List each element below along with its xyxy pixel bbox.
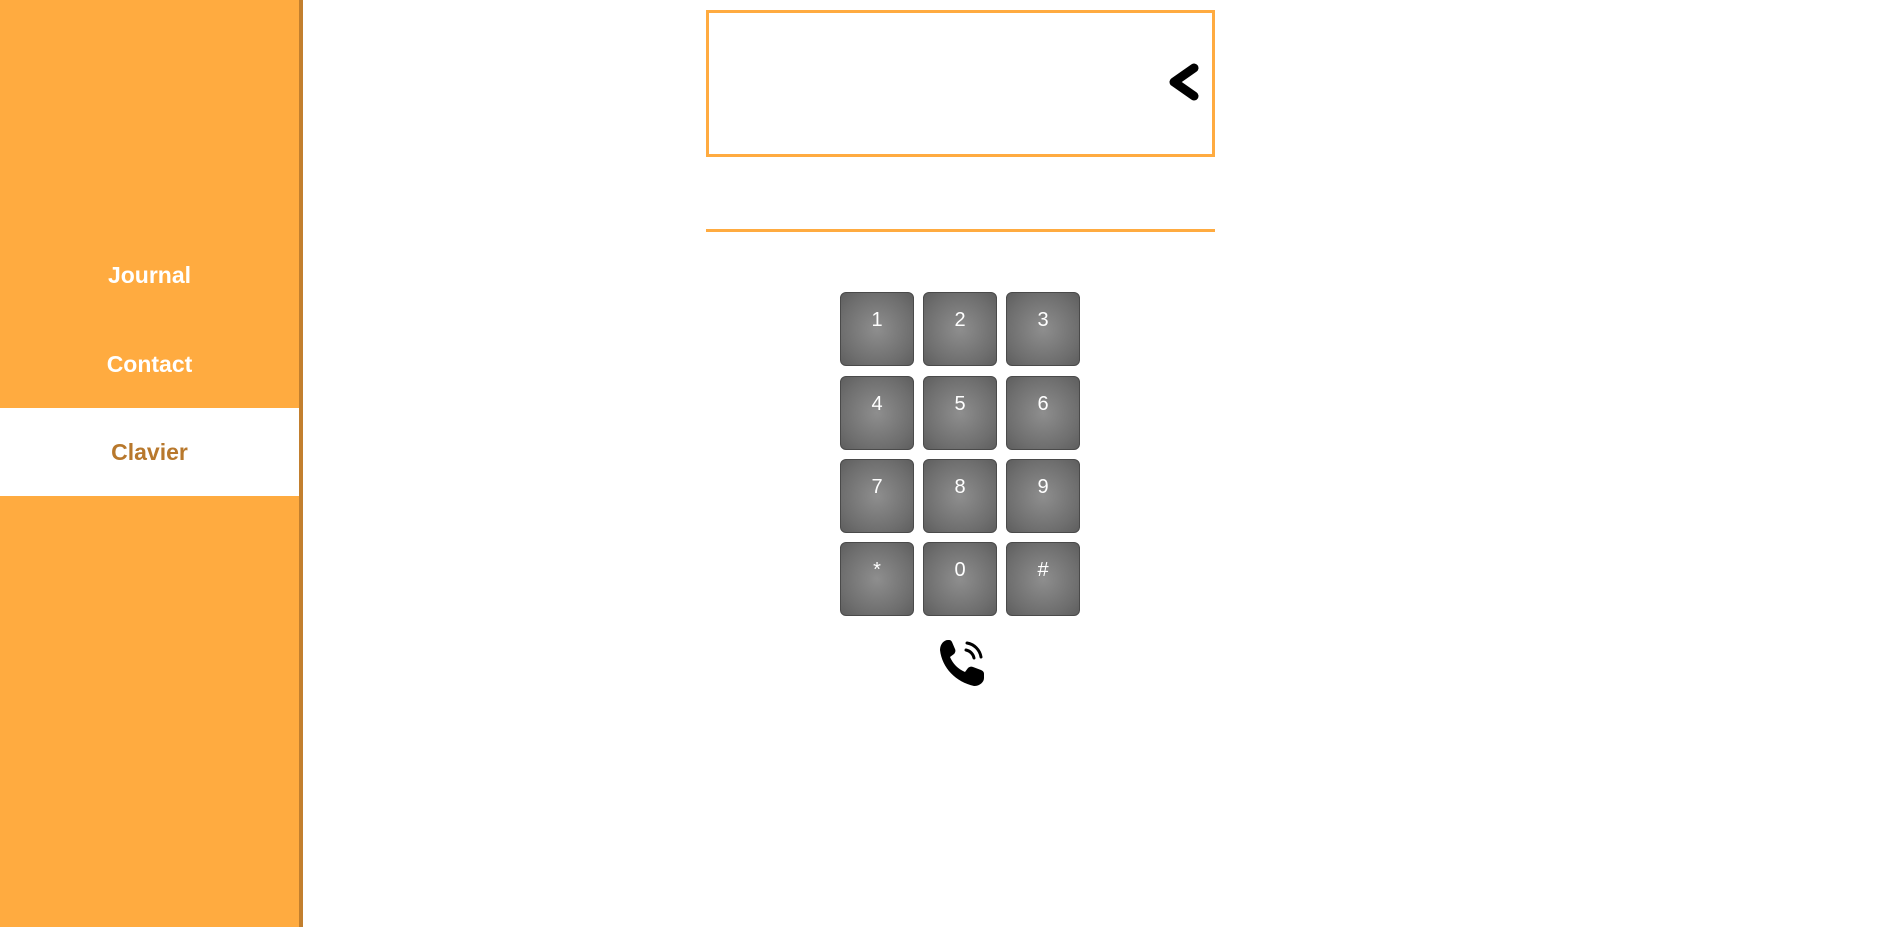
phone-call-icon	[940, 640, 984, 686]
sidebar-item-journal[interactable]: Journal	[0, 231, 299, 319]
key-5[interactable]: 5	[923, 376, 997, 450]
key-4[interactable]: 4	[840, 376, 914, 450]
key-8[interactable]: 8	[923, 459, 997, 533]
sidebar-item-label: Clavier	[111, 438, 188, 465]
key-hash[interactable]: #	[1006, 542, 1080, 616]
key-6[interactable]: 6	[1006, 376, 1080, 450]
call-button[interactable]	[934, 634, 992, 692]
sidebar-item-label: Journal	[107, 261, 192, 288]
sidebar-item-clavier[interactable]: Clavier	[0, 408, 299, 496]
key-2[interactable]: 2	[923, 292, 997, 366]
divider	[706, 229, 1215, 232]
key-3[interactable]: 3	[1006, 292, 1080, 366]
key-9[interactable]: 9	[1006, 459, 1080, 533]
key-0[interactable]: 0	[923, 542, 997, 616]
main-content: 1 2 3 4 5 6 7 8 9 * 0 #	[303, 0, 1895, 927]
key-7[interactable]: 7	[840, 459, 914, 533]
backspace-button[interactable]	[1166, 62, 1202, 102]
key-1[interactable]: 1	[840, 292, 914, 366]
sidebar-item-label: Contact	[106, 350, 193, 377]
number-display	[706, 10, 1215, 157]
key-star[interactable]: *	[840, 542, 914, 616]
sidebar: Journal Contact Clavier	[0, 0, 303, 927]
chevron-left-icon	[1169, 63, 1199, 101]
sidebar-item-contact[interactable]: Contact	[0, 320, 299, 408]
phone-number-input[interactable]	[719, 23, 1143, 145]
